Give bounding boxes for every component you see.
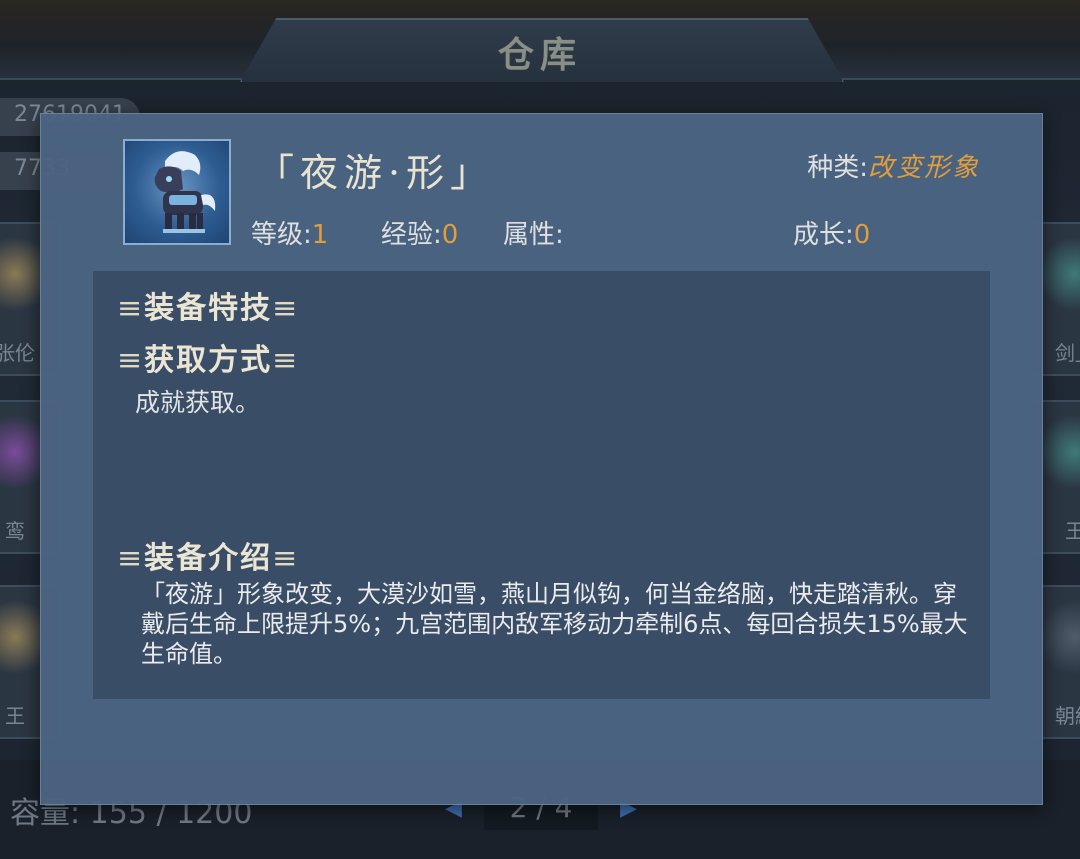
level-value: 1 bbox=[311, 220, 329, 250]
acquire-method-text: 成就获取。 bbox=[135, 388, 261, 417]
growth-value: 0 bbox=[853, 220, 871, 250]
item-kind: 种类:改变形象 bbox=[807, 147, 980, 184]
section-deco-left: ≡ bbox=[117, 343, 145, 378]
level-label: 等级: bbox=[251, 220, 312, 250]
attr-label: 属性: bbox=[503, 220, 564, 250]
section-deco-left: ≡ bbox=[117, 291, 145, 326]
item-attribute: 属性: bbox=[503, 214, 564, 251]
pony-mount-icon bbox=[154, 151, 216, 233]
equip-intro-text: 「夜游」形象改变，大漠沙如雪，燕山月似钩，何当金络脑，快走踏清秋。穿戴后生命上限… bbox=[141, 580, 968, 668]
section-acquire-method: ≡获取方式≡ bbox=[117, 335, 299, 379]
section-title: 装备特技 bbox=[144, 291, 273, 326]
game-screen: 仓库 27619041 7733 张伦 剑」 鸾 王 王 朝紛 容量: 155 … bbox=[0, 0, 1080, 859]
section-deco-left: ≡ bbox=[117, 541, 145, 576]
exp-value: 0 bbox=[441, 220, 459, 250]
section-title: 获取方式 bbox=[144, 343, 273, 378]
section-deco-right: ≡ bbox=[272, 541, 300, 576]
section-deco-right: ≡ bbox=[272, 343, 300, 378]
item-level: 等级:1 bbox=[251, 214, 328, 251]
screen-title: 仓库 bbox=[497, 34, 582, 76]
section-equip-intro: ≡装备介绍≡ bbox=[117, 533, 299, 577]
item-exp: 经验:0 bbox=[381, 214, 458, 251]
growth-label: 成长: bbox=[793, 220, 854, 250]
item-growth: 成长:0 bbox=[793, 214, 870, 251]
item-portrait bbox=[123, 139, 231, 245]
exp-label: 经验: bbox=[381, 220, 442, 250]
section-title: 装备介绍 bbox=[144, 541, 273, 576]
item-detail-popup[interactable]: 「夜游·形」 种类:改变形象 等级:1 经验:0 属性: 成长:0 ≡装备特技≡… bbox=[40, 113, 1043, 805]
item-name: 「夜游·形」 bbox=[256, 151, 495, 195]
item-info-panel: ≡装备特技≡ ≡获取方式≡ 成就获取。 ≡装备介绍≡ 「夜游」形象改变，大漠沙如… bbox=[93, 271, 990, 699]
section-deco-right: ≡ bbox=[272, 291, 300, 326]
kind-value: 改变形象 bbox=[867, 153, 980, 183]
kind-label: 种类: bbox=[807, 153, 868, 183]
section-equip-skill: ≡装备特技≡ bbox=[117, 283, 299, 327]
